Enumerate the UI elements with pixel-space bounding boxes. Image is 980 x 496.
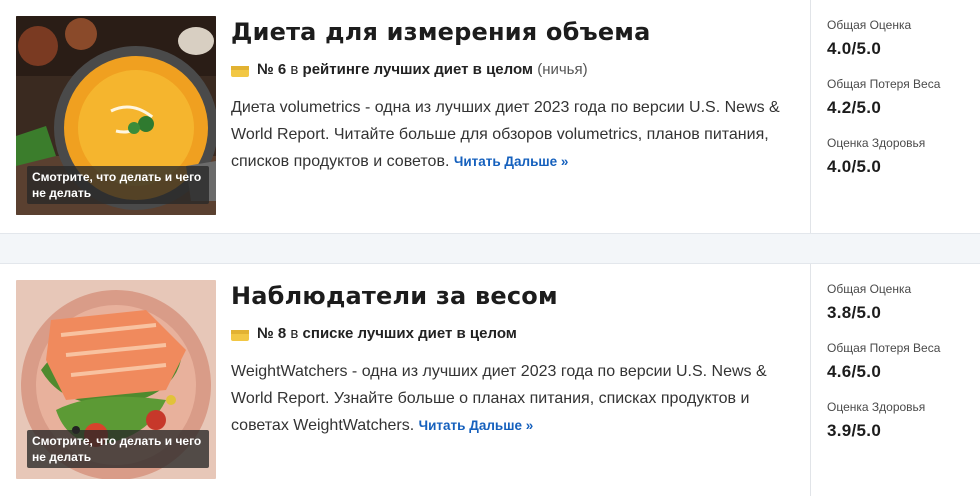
diet-rank: № 8 в списке лучших диет в целом [231, 324, 791, 344]
diet-image-soup[interactable]: Смотрите, что делать и чего не делать [16, 16, 216, 215]
diet-info: Наблюдатели за весом № 8 в списке лучших… [231, 280, 791, 439]
read-more-link[interactable]: Читать Дальше » [419, 418, 534, 433]
diet-title[interactable]: Диета для измерения объема [231, 16, 791, 48]
score-value-health: 3.9/5.0 [827, 421, 882, 440]
score-label-health: Оценка Здоровья [827, 400, 926, 414]
diet-description: Диета volumetrics - одна из лучших диет … [231, 94, 791, 175]
score-label-weight-loss: Общая Потеря Веса [827, 77, 941, 91]
diet-rank: № 6 в рейтинге лучших диет в целом (ничь… [231, 60, 791, 80]
card-separator [0, 233, 980, 264]
rank-list-name: списке лучших диет в целом [302, 325, 517, 342]
image-caption[interactable]: Смотрите, что делать и чего не делать [27, 430, 209, 468]
score-value-weight-loss: 4.2/5.0 [827, 98, 882, 117]
score-label-overall: Общая Оценка [827, 18, 912, 32]
read-more-link[interactable]: Читать Дальше » [454, 154, 569, 169]
rank-number: № 8 [257, 325, 287, 342]
score-label-overall: Общая Оценка [827, 282, 912, 296]
rank-preposition: в [290, 325, 299, 342]
score-label-health: Оценка Здоровья [827, 136, 926, 150]
score-panel: Общая Оценка 3.8/5.0 Общая Потеря Веса 4… [810, 264, 980, 496]
diet-card-weightwatchers: Смотрите, что делать и чего не делать На… [0, 264, 980, 496]
medal-icon [231, 328, 249, 341]
diet-card-volumetrics: Смотрите, что делать и чего не делать Ди… [0, 0, 980, 233]
rank-preposition: в [290, 61, 299, 78]
diet-info: Диета для измерения объема № 6 в рейтинг… [231, 16, 791, 175]
rank-note: (ничья) [537, 61, 588, 78]
score-value-weight-loss: 4.6/5.0 [827, 362, 882, 381]
medal-icon [231, 64, 249, 77]
rank-list-name: рейтинге лучших диет в целом [302, 61, 534, 78]
diet-image-salmon[interactable]: Смотрите, что делать и чего не делать [16, 280, 216, 479]
score-panel: Общая Оценка 4.0/5.0 Общая Потеря Веса 4… [810, 0, 980, 233]
score-value-health: 4.0/5.0 [827, 157, 882, 176]
score-label-weight-loss: Общая Потеря Веса [827, 341, 941, 355]
image-caption[interactable]: Смотрите, что делать и чего не делать [27, 166, 209, 204]
score-value-overall: 3.8/5.0 [827, 303, 882, 322]
score-value-overall: 4.0/5.0 [827, 39, 882, 58]
diet-description: WeightWatchers - одна из лучших диет 202… [231, 358, 791, 439]
diet-title[interactable]: Наблюдатели за весом [231, 280, 791, 312]
rank-number: № 6 [257, 61, 287, 78]
